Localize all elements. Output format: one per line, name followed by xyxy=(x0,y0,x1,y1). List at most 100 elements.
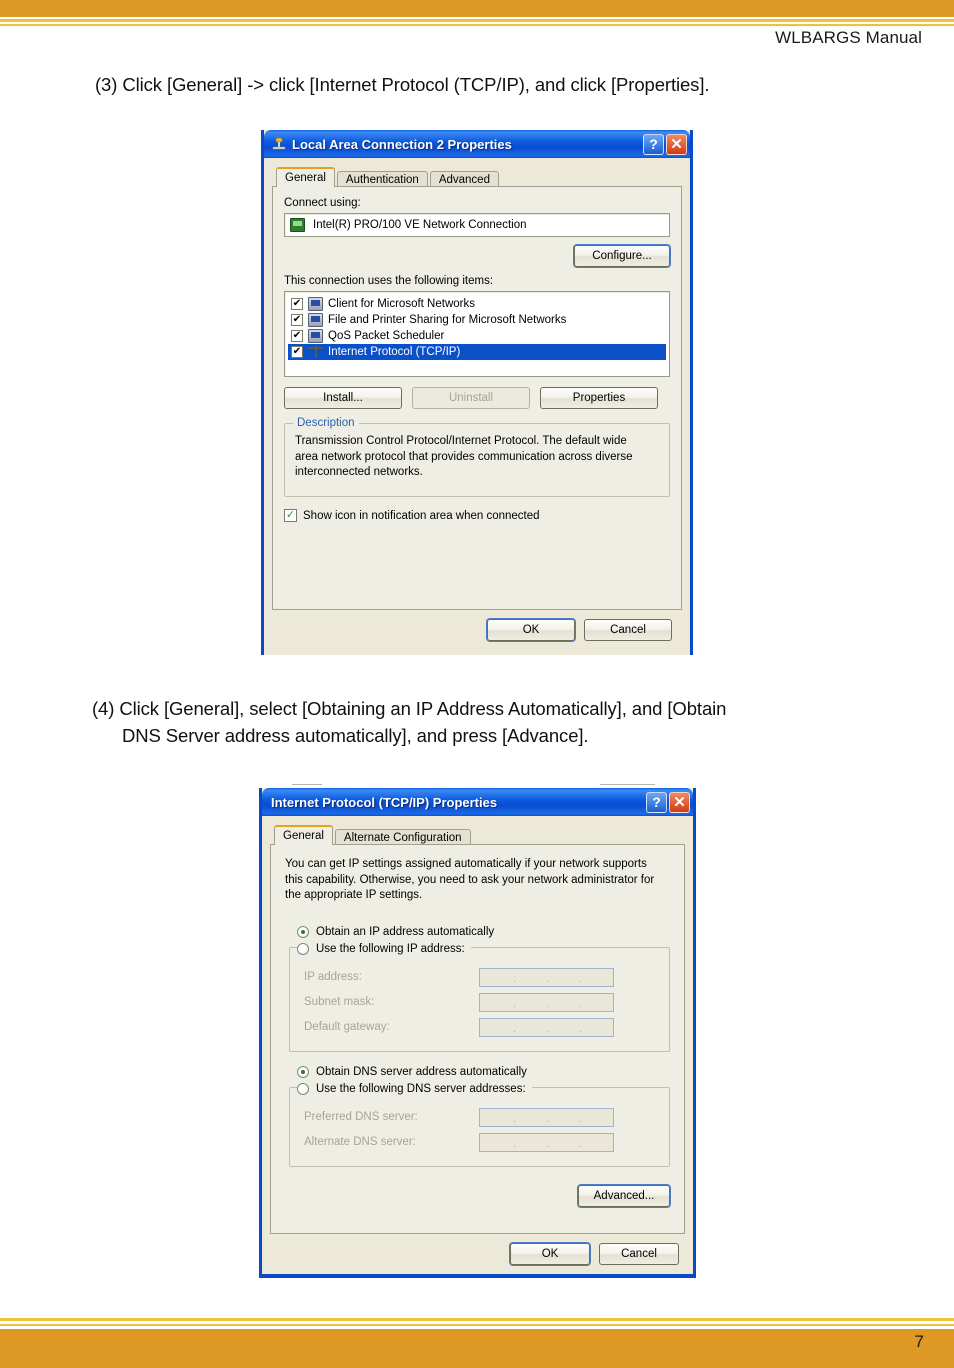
use-following-ip-radio-row[interactable]: Use the following IP address: xyxy=(297,942,471,955)
subnet-mask-input: . . . xyxy=(479,992,614,1012)
advanced-row: Advanced... xyxy=(285,1184,670,1207)
static-ip-fields-group: IP address: . . . Subnet mask: . . . Def… xyxy=(289,946,670,1052)
install-button[interactable]: Install... xyxy=(284,387,402,409)
close-icon[interactable]: ✕ xyxy=(669,791,690,813)
step-4-instruction: (4) Click [General], select [Obtaining a… xyxy=(92,696,882,750)
ip-dot-3: . xyxy=(579,997,583,1010)
components-list[interactable]: ✔ Client for Microsoft Networks ✔ File a… xyxy=(284,291,670,377)
component-checkbox[interactable]: ✔ xyxy=(291,298,303,310)
dialog2-footer: OK Cancel xyxy=(270,1234,685,1274)
subnet-mask-row: Subnet mask: . . . xyxy=(304,992,659,1012)
ip-address-input: . . . xyxy=(479,967,614,987)
use-following-dns-label: Use the following DNS server addresses: xyxy=(316,1082,526,1095)
list-item[interactable]: ✔ File and Printer Sharing for Microsoft… xyxy=(288,312,666,328)
ip-dot-1: . xyxy=(513,1137,517,1150)
dialog1-footer: OK Cancel xyxy=(272,610,682,650)
intro-text: You can get IP settings assigned automat… xyxy=(285,858,655,902)
component-action-buttons: Install... Uninstall Properties xyxy=(284,387,670,409)
advanced-button[interactable]: Advanced... xyxy=(578,1184,670,1207)
ip-dot-1: . xyxy=(513,997,517,1010)
show-icon-checkbox[interactable]: ✓ xyxy=(284,509,297,522)
page-top-rule-1 xyxy=(0,19,954,22)
dialog2-tabstrip[interactable]: General Alternate Configuration xyxy=(270,823,685,847)
network-adapter-icon xyxy=(290,218,305,232)
preferred-dns-label: Preferred DNS server: xyxy=(304,1111,418,1124)
list-item[interactable]: ✔ QoS Packet Scheduler xyxy=(288,328,666,344)
dialog2-general-panel: You can get IP settings assigned automat… xyxy=(270,844,685,1234)
list-item-selected[interactable]: ✔ Internet Protocol (TCP/IP) xyxy=(288,344,666,360)
preferred-dns-input: . . . xyxy=(479,1107,614,1127)
alternate-dns-label: Alternate DNS server: xyxy=(304,1136,416,1149)
use-following-ip-label: Use the following IP address: xyxy=(316,942,465,955)
ip-dot-2: . xyxy=(546,1112,550,1125)
tab-general[interactable]: General xyxy=(276,167,335,187)
close-icon[interactable]: ✕ xyxy=(666,133,687,155)
protocol-icon xyxy=(308,345,323,359)
step-3-instruction: (3) Click [General] -> click [Internet P… xyxy=(95,74,710,95)
cancel-button[interactable]: Cancel xyxy=(584,619,672,641)
ok-button[interactable]: OK xyxy=(510,1243,590,1265)
show-icon-label: Show icon in notification area when conn… xyxy=(303,509,540,522)
components-label: This connection uses the following items… xyxy=(284,275,494,287)
computer-icon xyxy=(308,329,323,343)
dialog1-general-panel: Connect using: Intel(R) PRO/100 VE Netwo… xyxy=(272,186,682,610)
obtain-dns-automatically-radio-row[interactable]: Obtain DNS server address automatically xyxy=(297,1065,670,1078)
ip-dot-2: . xyxy=(546,1022,550,1035)
dialog2-window-buttons[interactable]: ? ✕ xyxy=(646,791,690,813)
ip-dot-2: . xyxy=(546,1137,550,1150)
component-checkbox[interactable]: ✔ xyxy=(291,346,303,358)
ip-address-row: IP address: . . . xyxy=(304,967,659,987)
component-checkbox[interactable]: ✔ xyxy=(291,330,303,342)
description-text: Transmission Control Protocol/Internet P… xyxy=(295,435,633,479)
ok-button[interactable]: OK xyxy=(487,619,575,641)
list-item[interactable]: ✔ Client for Microsoft Networks xyxy=(288,296,666,312)
obtain-ip-automatically-radio[interactable] xyxy=(297,925,309,938)
ip-dot-3: . xyxy=(579,1022,583,1035)
help-button[interactable]: ? xyxy=(643,133,664,155)
description-legend: Description xyxy=(293,417,359,429)
component-label: Client for Microsoft Networks xyxy=(328,298,475,310)
internet-protocol-tcpip-properties-dialog[interactable]: Internet Protocol (TCP/IP) Properties ? … xyxy=(259,788,696,1278)
dialog1-titlebar[interactable]: Local Area Connection 2 Properties ? ✕ xyxy=(264,130,690,158)
adapter-field: Intel(R) PRO/100 VE Network Connection xyxy=(284,213,670,237)
show-icon-checkbox-row[interactable]: ✓ Show icon in notification area when co… xyxy=(284,509,670,522)
properties-button[interactable]: Properties xyxy=(540,387,658,409)
component-label: QoS Packet Scheduler xyxy=(328,330,445,342)
preferred-dns-row: Preferred DNS server: . . . xyxy=(304,1107,659,1127)
static-dns-fields-group: Preferred DNS server: . . . Alternate DN… xyxy=(289,1086,670,1167)
obtain-ip-automatically-radio-row[interactable]: Obtain an IP address automatically xyxy=(297,925,670,938)
dialog1-tabstrip[interactable]: General Authentication Advanced xyxy=(272,165,682,189)
obtain-dns-automatically-radio[interactable] xyxy=(297,1065,309,1078)
use-following-ip-radio[interactable] xyxy=(297,942,309,955)
use-following-dns-radio[interactable] xyxy=(297,1082,309,1095)
ip-dot-1: . xyxy=(513,1112,517,1125)
tab-general[interactable]: General xyxy=(274,825,333,845)
help-button[interactable]: ? xyxy=(646,791,667,813)
ip-dot-3: . xyxy=(579,972,583,985)
ip-dot-2: . xyxy=(546,997,550,1010)
adapter-name: Intel(R) PRO/100 VE Network Connection xyxy=(313,219,527,231)
page-top-rule-2 xyxy=(0,24,954,26)
configure-button[interactable]: Configure... xyxy=(574,245,670,267)
use-following-dns-radio-row[interactable]: Use the following DNS server addresses: xyxy=(297,1082,532,1095)
dialog1-title: Local Area Connection 2 Properties xyxy=(292,136,512,152)
step-4-line-1: (4) Click [General], select [Obtaining a… xyxy=(92,698,727,719)
local-area-connection-properties-dialog[interactable]: Local Area Connection 2 Properties ? ✕ G… xyxy=(261,130,693,655)
component-checkbox[interactable]: ✔ xyxy=(291,314,303,326)
obtain-dns-automatically-label: Obtain DNS server address automatically xyxy=(316,1065,527,1078)
computer-icon xyxy=(308,297,323,311)
uninstall-button: Uninstall xyxy=(412,387,530,409)
ip-dot-3: . xyxy=(579,1137,583,1150)
dialog1-window-buttons[interactable]: ? ✕ xyxy=(643,133,687,155)
dialog2-titlebar[interactable]: Internet Protocol (TCP/IP) Properties ? … xyxy=(262,788,693,816)
cancel-button[interactable]: Cancel xyxy=(599,1243,679,1265)
default-gateway-row: Default gateway: . . . xyxy=(304,1017,659,1037)
default-gateway-input: . . . xyxy=(479,1017,614,1037)
connect-using-label: Connect using: xyxy=(284,197,361,209)
obtain-ip-automatically-label: Obtain an IP address automatically xyxy=(316,925,495,938)
ip-dot-1: . xyxy=(513,972,517,985)
component-label: Internet Protocol (TCP/IP) xyxy=(328,346,461,358)
ip-dot-1: . xyxy=(513,1022,517,1035)
subnet-mask-label: Subnet mask: xyxy=(304,996,375,1009)
default-gateway-label: Default gateway: xyxy=(304,1021,390,1034)
